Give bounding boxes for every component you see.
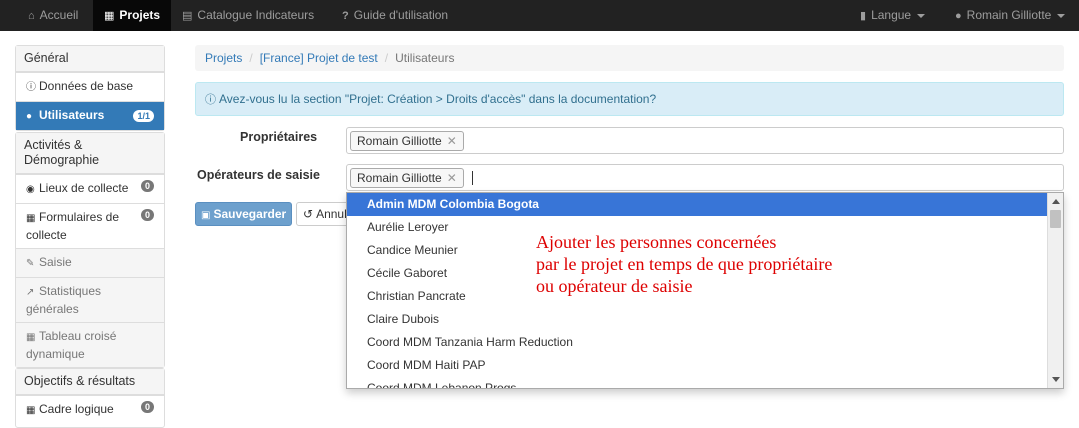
breadcrumb: Projets / [France] Projet de test / Utilisat… (195, 45, 1064, 71)
dropdown-option[interactable]: Coord MDM Lebanon Progs (347, 377, 1063, 388)
sidebar-item-forms[interactable]: ▦ Formulaires de collecte 0 (16, 203, 164, 248)
user-icon: ● (955, 10, 962, 22)
nav-home-label: Accueil (39, 8, 79, 22)
scroll-down-icon[interactable] (1052, 377, 1060, 382)
pencil-icon: ✎ (26, 258, 35, 269)
annotation-line: ou opérateur de saisie (536, 276, 693, 296)
table-icon: ▦ (26, 405, 36, 416)
sidebar-activities-heading: Activités & Démographie (16, 133, 164, 174)
sidebar-item-label: Cadre logique (39, 402, 114, 416)
sidebar-item-label: Saisie (39, 255, 72, 269)
chart-icon: ↗ (26, 287, 35, 298)
tag-label: Romain Gilliotte (357, 171, 442, 185)
question-icon: ? (342, 10, 349, 22)
scroll-thumb[interactable] (1050, 210, 1061, 228)
nav-projects-label: Projets (119, 8, 161, 22)
breadcrumb-projects-link[interactable]: Projets (205, 51, 242, 65)
breadcrumb-separator: / (384, 51, 389, 65)
breadcrumb-separator: / (249, 51, 253, 65)
sidebar-item-statistics[interactable]: ↗ Statistiques générales (16, 277, 164, 322)
sidebar-objectives-heading: Objectifs & résultats (16, 369, 164, 395)
chevron-down-icon (1057, 13, 1066, 18)
bookmark-icon: ▮ (860, 10, 867, 22)
sidebar-general-heading: Général (16, 46, 164, 72)
nav-guide[interactable]: ? Guide d'utilisation (342, 0, 448, 31)
sidebar-item-logframe[interactable]: ▦ Cadre logique 0 (16, 395, 164, 424)
chevron-down-icon (917, 13, 926, 18)
close-icon[interactable]: ✕ (447, 171, 457, 185)
nav-guide-label: Guide d'utilisation (353, 8, 449, 22)
annotation-line: Ajouter les personnes concernées (536, 232, 777, 252)
sidebar-item-basic-data[interactable]: ⓘ Données de base (16, 72, 164, 101)
sidebar-item-locations[interactable]: ◉ Lieux de collecte 0 (16, 174, 164, 203)
map-marker-icon: ◉ (26, 184, 35, 195)
annotation-line: par le projet en temps de que propriétai… (536, 254, 833, 274)
count-badge: 0 (140, 209, 154, 221)
close-icon[interactable]: ✕ (447, 134, 457, 148)
nav-home[interactable]: ⌂ Accueil (28, 0, 78, 31)
dropdown-option[interactable]: Coord MDM Haiti PAP (347, 354, 1063, 377)
breadcrumb-project-link[interactable]: [France] Projet de test (260, 51, 378, 65)
dropdown-option[interactable]: Coord MDM Tanzania Harm Reduction (347, 331, 1063, 354)
operators-field[interactable]: Romain Gilliotte ✕ (346, 164, 1064, 191)
info-alert-text: Avez-vous lu la section "Projet: Créatio… (219, 92, 657, 106)
sidebar-general: Général ⓘ Données de base ● Utilisateurs 1… (15, 45, 165, 131)
nav-projects[interactable]: ▦ Projets (93, 0, 172, 31)
save-icon: ▣ (201, 210, 211, 221)
nav-catalog-label: Catalogue Indicateurs (197, 8, 315, 22)
sidebar-item-users[interactable]: ● Utilisateurs 1/1 (16, 101, 164, 130)
sidebar-item-label: Données de base (39, 79, 134, 93)
book-icon: ▤ (182, 10, 193, 22)
owners-field[interactable]: Romain Gilliotte ✕ (346, 127, 1064, 154)
table-icon: ▦ (26, 213, 36, 224)
nav-language-label: Langue (871, 8, 912, 22)
operators-label: Opérateurs de saisie (197, 168, 320, 182)
info-icon: ⓘ (205, 94, 216, 106)
owners-label: Propriétaires (240, 130, 318, 144)
dropdown-scrollbar[interactable] (1047, 193, 1063, 388)
count-badge: 0 (140, 180, 154, 192)
info-icon: ⓘ (26, 82, 36, 93)
save-button[interactable]: ▣ Sauvegarder (195, 202, 292, 226)
sidebar-item-pivot-table[interactable]: ▦ Tableau croisé dynamique (16, 322, 164, 367)
count-badge: 1/1 (133, 110, 154, 122)
sidebar-item-label: Formulaires de collecte (26, 210, 120, 242)
dropdown-option[interactable]: Claire Dubois (347, 308, 1063, 331)
home-icon: ⌂ (28, 10, 35, 22)
owner-tag: Romain Gilliotte ✕ (350, 131, 464, 151)
info-alert: ⓘ Avez-vous lu la section "Projet: Créati… (195, 82, 1064, 116)
undo-icon: ↺ (303, 207, 314, 221)
nav-language[interactable]: ▮ Langue (860, 0, 926, 31)
top-navbar: ⌂ Accueil ▦ Projets ▤ Catalogue Indicateurs… (0, 0, 1079, 31)
operator-tag: Romain Gilliotte ✕ (350, 168, 464, 188)
projects-icon: ▦ (104, 10, 115, 22)
annotation-note: Ajouter les personnes concernées par le … (536, 231, 916, 297)
dropdown-option[interactable]: Admin MDM Colombia Bogota (347, 193, 1063, 216)
nav-user[interactable]: ● Romain Gilliotte (955, 0, 1066, 31)
count-badge: 0 (140, 401, 154, 413)
user-icon: ● (26, 111, 33, 122)
table-icon: ▦ (26, 332, 36, 343)
sidebar-activities: Activités & Démographie ◉ Lieux de collec… (15, 132, 165, 368)
sidebar-objectives: Objectifs & résultats ▦ Cadre logique 0 (15, 368, 165, 428)
nav-catalog[interactable]: ▤ Catalogue Indicateurs (182, 0, 314, 31)
scroll-up-icon[interactable] (1052, 199, 1060, 204)
save-button-label: Sauvegarder (213, 207, 287, 221)
text-cursor (472, 171, 473, 185)
sidebar-item-input[interactable]: ✎ Saisie (16, 248, 164, 277)
tag-label: Romain Gilliotte (357, 134, 442, 148)
sidebar-item-label: Tableau croisé dynamique (26, 329, 117, 361)
sidebar-item-label: Lieux de collecte (39, 181, 129, 195)
breadcrumb-current: Utilisateurs (395, 51, 455, 65)
sidebar-item-label: Utilisateurs (39, 108, 105, 122)
nav-user-label: Romain Gilliotte (966, 8, 1052, 22)
